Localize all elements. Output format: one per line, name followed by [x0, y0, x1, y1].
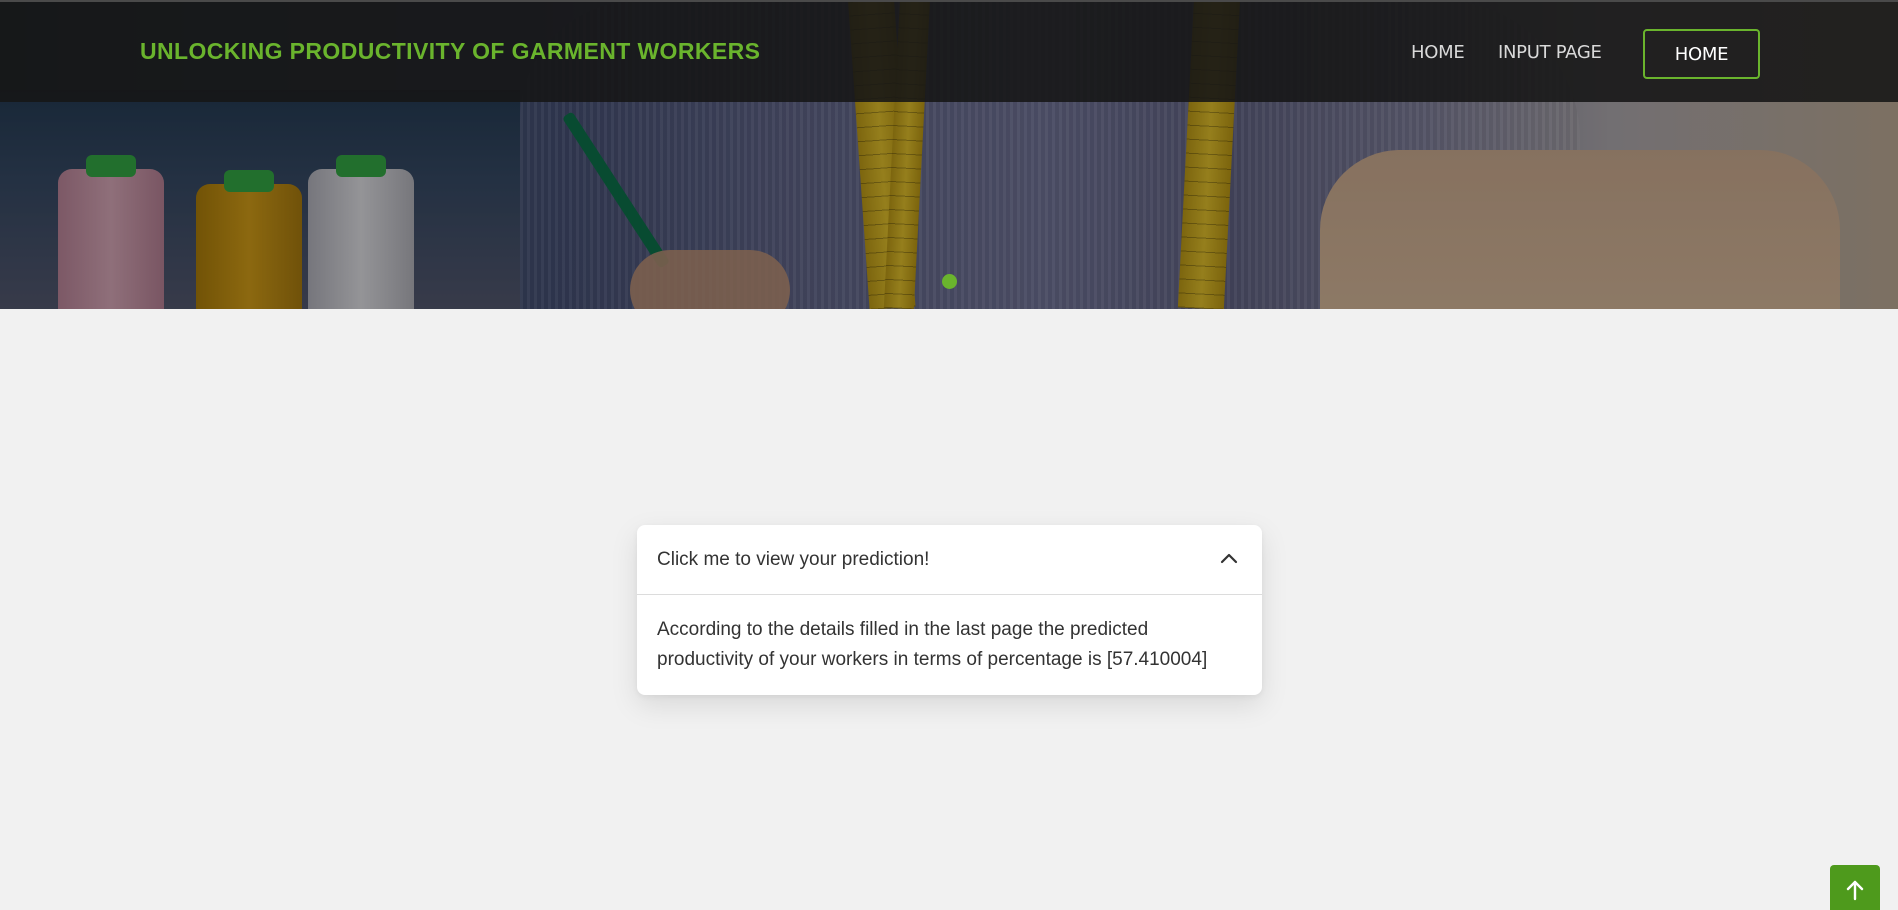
back-to-top-button[interactable] [1830, 865, 1880, 910]
page: UNLOCKING PRODUCTIVITY OF GARMENT WORKER… [0, 0, 1898, 910]
accordion-title: Click me to view your prediction! [657, 549, 930, 570]
nav-link-input-page[interactable]: INPUT PAGE [1498, 42, 1602, 63]
navbar: UNLOCKING PRODUCTIVITY OF GARMENT WORKER… [0, 0, 1898, 102]
home-button[interactable]: HOME [1643, 29, 1760, 79]
carousel-indicator-dot[interactable] [942, 274, 957, 289]
arrow-up-icon [1846, 880, 1864, 901]
nav-link-home[interactable]: HOME [1411, 42, 1465, 63]
site-brand[interactable]: UNLOCKING PRODUCTIVITY OF GARMENT WORKER… [140, 38, 760, 65]
accordion-header[interactable]: Click me to view your prediction! [637, 525, 1262, 595]
chevron-up-icon[interactable] [1217, 547, 1241, 571]
accordion-body-text: According to the details filled in the l… [657, 619, 1208, 670]
prediction-accordion: Click me to view your prediction! Accord… [637, 525, 1262, 695]
